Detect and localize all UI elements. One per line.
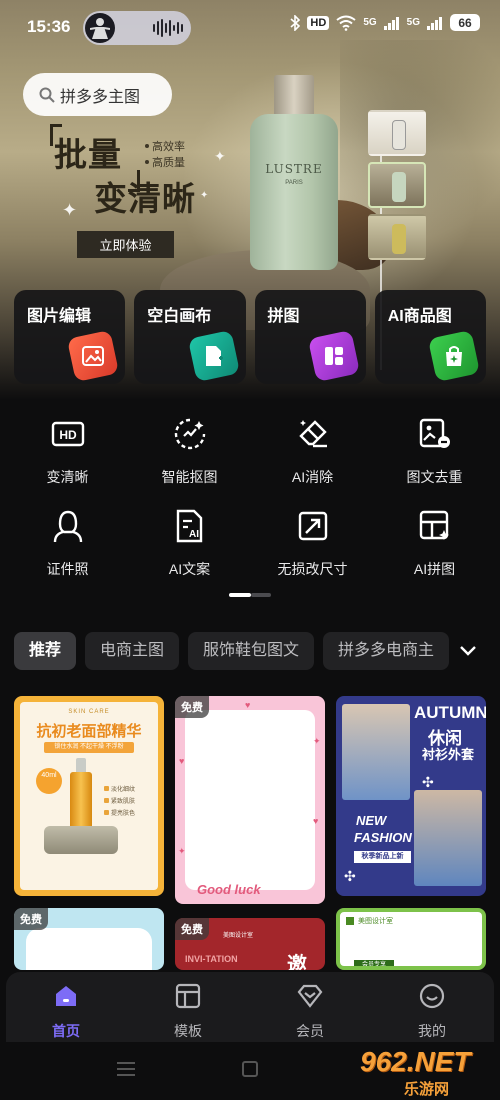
home-icon: [56, 986, 76, 1006]
banner-tag: 高效率: [145, 138, 185, 154]
feature-cards: 图片编辑 空白画布 拼图 AI商品图: [14, 290, 486, 384]
banner-title: 变清晰: [94, 179, 196, 218]
template-card[interactable]: AUTUMN 休闲 衬衫外套 ✣ NEW FASHION 秋季新品上新 ✣: [336, 696, 486, 896]
thumbnail[interactable]: [368, 214, 426, 260]
sparkle-icon: ✦: [62, 200, 78, 220]
svg-text:HD: HD: [59, 428, 77, 442]
home-button-icon[interactable]: [242, 1061, 258, 1077]
ai-collage-icon: [419, 510, 449, 540]
svg-text:AI: AI: [189, 529, 199, 540]
page-indicator: [229, 593, 271, 597]
product-thumbnails: [368, 110, 428, 266]
nav-templates[interactable]: 模板: [148, 982, 228, 1041]
template-card[interactable]: 美图设计室 会员专享: [336, 908, 486, 970]
logo-icon: [346, 917, 354, 925]
tool-dedupe[interactable]: 图文去重: [372, 416, 497, 487]
template-card[interactable]: SKIN CARE 抗初老面部精华 锁住水润 不起干燥 不浮粉 40ml 淡化细…: [14, 696, 164, 896]
menu-icon[interactable]: [117, 1062, 135, 1080]
bottle-cap: [274, 75, 314, 117]
smart-cutout-icon: [174, 418, 205, 450]
tool-ai-collage[interactable]: AI拼图: [372, 508, 497, 579]
pinwheel-icon: ✣: [344, 868, 356, 884]
network-label: 5G: [363, 17, 377, 28]
sparkle-icon: ✦: [200, 190, 209, 201]
free-badge: 免费: [175, 918, 209, 940]
free-badge: 免费: [14, 908, 48, 930]
tool-sharpen[interactable]: HD 变清晰: [5, 416, 130, 487]
tab-recommend[interactable]: 推荐: [14, 632, 77, 670]
status-time: 15:36: [27, 17, 71, 36]
template-icon: [175, 983, 201, 1009]
nav-profile[interactable]: 我的: [392, 982, 472, 1041]
avatar: [85, 13, 115, 43]
sparkle-icon: ✦: [214, 148, 226, 164]
star-icon: ✦: [178, 846, 186, 856]
product-bottle: LUSTRE PARIS: [250, 114, 338, 270]
model-photo: [414, 790, 482, 886]
collage-icon: [307, 329, 360, 383]
try-now-button[interactable]: 立即体验: [77, 231, 174, 258]
pinwheel-icon: ✣: [422, 774, 434, 790]
network-label: 5G: [406, 17, 420, 28]
wifi-icon: [336, 15, 356, 31]
vip-icon: [297, 984, 323, 1008]
free-badge: 免费: [175, 696, 209, 718]
banner-title: 批量: [54, 135, 122, 174]
template-card[interactable]: 美图设计室 INVI-TATION 邀 免费: [175, 918, 325, 970]
thumbnail[interactable]: [368, 110, 426, 156]
model-photo: [342, 704, 410, 800]
category-tabs: 推荐 电商主图 服饰鞋包图文 拼多多电商主: [14, 632, 454, 670]
bottom-nav: 首页 模板 会员 我的: [6, 972, 494, 1042]
heart-icon: ♥: [313, 816, 319, 826]
banner-tag: 高质量: [145, 154, 185, 170]
ai-eraser-icon: [298, 420, 327, 448]
nav-vip[interactable]: 会员: [270, 982, 350, 1041]
tool-resize[interactable]: 无损改尺寸: [250, 508, 375, 579]
template-card[interactable]: ♥ ✦ ♥ ✦ ♥ Good luck 免费: [175, 696, 325, 904]
dedupe-icon: [419, 418, 450, 448]
resize-icon: [298, 511, 327, 541]
tab-ecommerce-main[interactable]: 电商主图: [85, 632, 180, 670]
bluetooth-icon: [290, 14, 301, 31]
template-card[interactable]: 免费: [14, 908, 164, 970]
tool-ai-erase[interactable]: AI消除: [250, 416, 375, 487]
heart-icon: ♥: [245, 700, 251, 710]
chevron-down-icon[interactable]: [456, 640, 480, 662]
card-collage[interactable]: 拼图: [254, 290, 366, 384]
image-edit-icon: [67, 329, 120, 383]
id-photo-icon: [53, 510, 82, 543]
media-pill[interactable]: [83, 11, 191, 45]
card-ai-product[interactable]: AI商品图: [374, 290, 486, 384]
ai-copywriting-icon: AI: [176, 509, 202, 543]
hd-icon: HD: [51, 421, 84, 447]
tool-smart-cutout[interactable]: 智能抠图: [127, 416, 252, 487]
tool-ai-copy[interactable]: AI AI文案: [127, 508, 252, 579]
search-input[interactable]: 拼多多主图: [23, 73, 172, 116]
heart-icon: ♥: [179, 756, 185, 766]
audio-wave-icon: [153, 19, 183, 37]
serum-bottle: [70, 772, 92, 830]
signal-icon: [383, 16, 399, 30]
tab-pinduoduo[interactable]: 拼多多电商主: [323, 632, 450, 670]
signal-icon: [427, 16, 442, 30]
ai-product-icon: [427, 329, 481, 383]
blank-canvas-icon: [187, 329, 240, 383]
tool-id-photo[interactable]: 证件照: [5, 508, 130, 579]
status-bar: 15:36 HD 5G 5G 66: [0, 0, 500, 56]
search-placeholder: 拼多多主图: [60, 88, 141, 106]
watermark-logo: 962.NET 乐游网: [360, 1046, 471, 1098]
thumbnail[interactable]: [368, 162, 426, 208]
tab-apparel[interactable]: 服饰鞋包图文: [188, 632, 315, 670]
card-blank-canvas[interactable]: 空白画布: [134, 290, 246, 384]
profile-icon: [419, 983, 445, 1009]
search-icon: [39, 87, 55, 103]
hd-badge: HD: [307, 15, 330, 30]
battery-icon: 66: [450, 14, 480, 31]
card-image-edit[interactable]: 图片编辑: [14, 290, 126, 384]
star-icon: ✦: [313, 736, 321, 746]
nav-home[interactable]: 首页: [26, 982, 106, 1041]
